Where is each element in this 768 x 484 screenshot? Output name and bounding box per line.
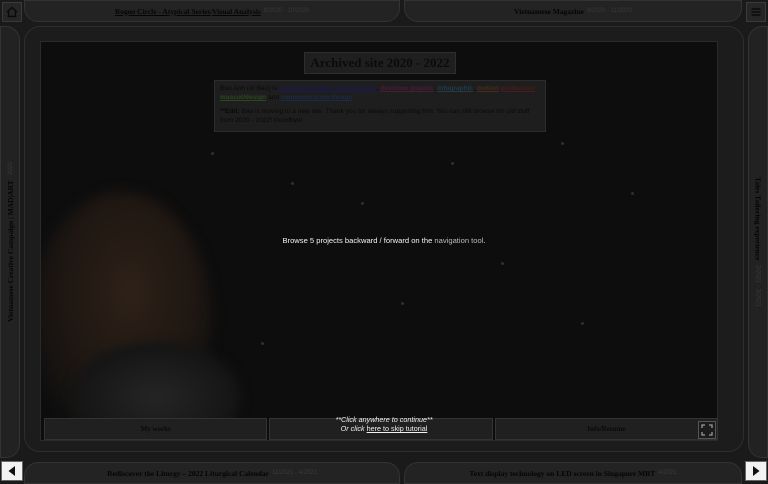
tab-title: Rediscover the Liturgy – 2022 Liturgical… <box>107 468 269 478</box>
bokeh-speck <box>401 302 404 305</box>
browse-instruction: Browse 5 projects backward / forward on … <box>0 236 768 245</box>
page-title: Archived site 2020 - 2022 <box>304 52 456 74</box>
tutorial-hint: **Click anywhere to continue** Or click … <box>0 415 768 433</box>
bokeh-speck <box>451 162 454 165</box>
intro-link[interactable]: material design & development <box>279 85 376 92</box>
side-tab-date: 2/2021 - 3/2021 <box>754 265 761 308</box>
intro-link[interactable]: infographic <box>437 85 473 92</box>
bokeh-speck <box>291 182 294 185</box>
intro-link[interactable]: motion <box>477 85 499 92</box>
bokeh-speck <box>211 152 214 155</box>
arrow-left-icon <box>8 466 15 476</box>
tab-title: Vietnamese Magazine <box>514 6 584 16</box>
bokeh-speck <box>261 342 264 345</box>
tab-top-next-project[interactable]: Vietnamese Magazine 9/2020 - 11/2020 <box>404 0 742 22</box>
intro-link[interactable]: direction graphic <box>380 85 434 92</box>
next-button[interactable] <box>745 461 767 481</box>
tab-date: 11/2021 - 4/2022 <box>272 470 317 476</box>
side-tab-date: 2020 <box>7 161 14 176</box>
skip-line: Or click here to skip tutorial <box>0 424 768 433</box>
skip-tutorial-link[interactable]: here to skip tutorial <box>367 424 428 433</box>
bokeh-speck <box>501 262 504 265</box>
tab-title: Text display technology on LED screen in… <box>469 468 656 478</box>
home-icon <box>6 6 18 18</box>
intro-link[interactable]: mascot/design <box>220 94 266 101</box>
side-tab-title: Vietnamese Creative Campaign | MAD|ART <box>5 180 15 322</box>
tab-title: Rogue Circle - Atypical Series <box>114 6 211 16</box>
navigation-tool-link: navigation tool <box>434 236 484 245</box>
intro-link[interactable]: communication design <box>281 94 353 101</box>
bokeh-speck <box>361 202 364 205</box>
continue-text: **Click anywhere to continue** <box>335 415 433 424</box>
browse-prefix: Browse 5 projects backward / forward on … <box>282 236 435 245</box>
browse-suffix: . <box>483 236 486 245</box>
intro-box: Bao Anh (or Bao) is material design & de… <box>214 80 546 132</box>
intro-lead: Bao Anh (or Bao) is <box>220 85 280 92</box>
tab-date: 9/2020 - 10/2020 <box>263 8 310 14</box>
skip-prefix: Or click <box>340 424 367 433</box>
previous-button[interactable] <box>1 461 23 481</box>
bokeh-speck <box>631 192 634 195</box>
menu-button[interactable] <box>746 2 766 22</box>
home-button[interactable] <box>2 2 22 22</box>
edit-label: **Edit: <box>220 108 240 115</box>
arrow-right-icon <box>753 466 760 476</box>
tab-date: 9/2020 - 11/2020 <box>586 8 632 14</box>
side-tab-title: Tales Tailoring experience <box>753 176 763 261</box>
tab-top-prev-project[interactable]: Rogue Circle - Atypical Series | Visual … <box>24 0 400 22</box>
menu-icon <box>751 8 761 16</box>
tab-date: 4/2021 <box>658 470 677 476</box>
bokeh-speck <box>561 142 564 145</box>
tab-bottom-prev-project[interactable]: Rediscover the Liturgy – 2022 Liturgical… <box>24 462 400 484</box>
tab-subtitle: Visual Analysis <box>212 6 261 16</box>
intro-and: and <box>266 94 281 101</box>
intro-link[interactable]: production <box>501 85 535 92</box>
bokeh-speck <box>581 322 584 325</box>
edit-text: Bao is moving to a new site. Thank you f… <box>220 108 530 124</box>
tab-bottom-next-project[interactable]: Text display technology on LED screen in… <box>404 462 742 484</box>
